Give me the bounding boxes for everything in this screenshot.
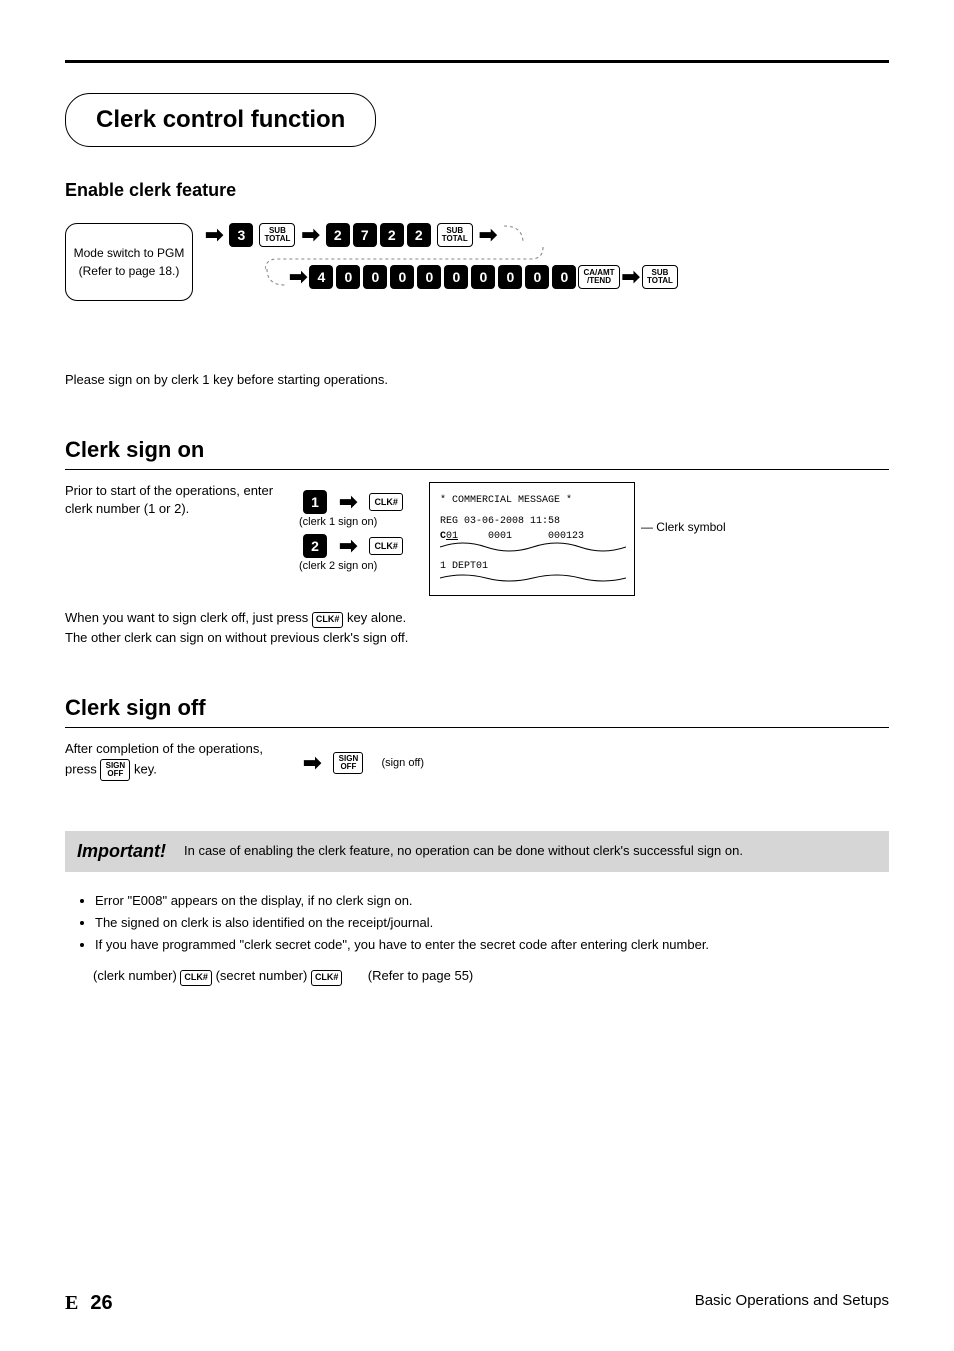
receipt-sample: * COMMERCIAL MESSAGE * REG 03-06-2008 11… [429, 482, 635, 596]
signon-desc: Prior to start of the operations, enter … [65, 482, 285, 518]
footer-right: Basic Operations and Setups [695, 1292, 889, 1315]
mode-switch-box: Mode switch to PGM (Refer to page 18.) [65, 223, 193, 301]
signon-sequence: 1 ➡ CLK# (clerk 1 sign on) 2 ➡ CLK# (cle… [303, 482, 403, 572]
key-clk[interactable]: CLK# [311, 970, 343, 986]
clerk2-label: (clerk 2 sign on) [299, 560, 403, 572]
list-item: Error "E008" appears on the display, if … [95, 890, 889, 912]
arrow-icon: ➡ [622, 266, 640, 288]
clerk-symbol-note: — Clerk symbol [641, 520, 726, 534]
key-2[interactable]: 2 [303, 534, 327, 558]
key-1[interactable]: 1 [303, 490, 327, 514]
key-2[interactable]: 2 [326, 223, 350, 247]
arrow-icon: ➡ [303, 752, 321, 774]
page-footer: E 26 Basic Operations and Setups [65, 1292, 889, 1315]
tear-line-icon [440, 573, 626, 583]
page-number: 26 [90, 1292, 112, 1315]
important-label: Important! [77, 841, 166, 862]
signoff-heading: Clerk sign off [65, 695, 889, 721]
key-clk[interactable]: CLK# [312, 612, 344, 628]
receipt-line: * COMMERCIAL MESSAGE * [440, 493, 624, 508]
dashed-curl-icon [265, 267, 287, 287]
key-3[interactable]: 3 [229, 223, 253, 247]
key-subtotal[interactable]: SUBTOTAL [642, 265, 678, 289]
signon-heading: Clerk sign on [65, 437, 889, 463]
key-subtotal[interactable]: SUBTOTAL [437, 223, 473, 247]
arrow-icon: ➡ [339, 491, 357, 513]
key-subtotal[interactable]: SUBTOTAL [259, 223, 295, 247]
receipt-line: REG 03-06-2008 11:58 [440, 514, 624, 529]
key-2[interactable]: 2 [380, 223, 404, 247]
key-clk[interactable]: CLK# [369, 493, 403, 511]
arrow-icon: ➡ [479, 224, 497, 246]
signon-note: When you want to sign clerk off, just pr… [65, 608, 889, 647]
important-box: Important! In case of enabling the clerk… [65, 831, 889, 872]
dashed-connector-icon [265, 247, 545, 271]
signoff-sequence: ➡ SIGNOFF (sign off) [303, 740, 424, 774]
example-step1: Mode switch to PGM [74, 244, 185, 262]
arrow-icon: ➡ [301, 224, 319, 246]
key-clk[interactable]: CLK# [180, 970, 212, 986]
key-ca-amt-tend[interactable]: CA/AMT/TEND [578, 265, 619, 289]
receipt-line: 1 DEPT01 [440, 559, 624, 574]
footer-glyph: E [65, 1292, 78, 1315]
key-signoff[interactable]: SIGNOFF [333, 752, 363, 774]
key-0[interactable]: 0 [552, 265, 576, 289]
key-sequence-area: ➡ 3 SUBTOTAL ➡ 2 7 2 2 SUBTOTAL ➡ [205, 223, 889, 333]
important-text: In case of enabling the clerk feature, n… [184, 842, 743, 860]
bullet-list: Error "E008" appears on the display, if … [83, 890, 889, 956]
signoff-label: (sign off) [381, 757, 424, 769]
key-7[interactable]: 7 [353, 223, 377, 247]
signoff-desc: After completion of the operations, pres… [65, 740, 285, 780]
page-title: Clerk control function [65, 93, 376, 147]
key-signoff[interactable]: SIGNOFF [100, 759, 130, 781]
example-step2: (Refer to page 18.) [74, 262, 185, 280]
arrow-icon: ➡ [205, 224, 223, 246]
refnote: (clerk number) CLK# (secret number) CLK#… [93, 966, 889, 986]
key-clk[interactable]: CLK# [369, 537, 403, 555]
tear-line-icon [440, 541, 626, 553]
section-subtitle: Enable clerk feature [65, 180, 889, 201]
key-2[interactable]: 2 [407, 223, 431, 247]
clerk1-label: (clerk 1 sign on) [299, 516, 403, 528]
dashed-curl-icon [503, 225, 525, 245]
list-item: If you have programmed "clerk secret cod… [95, 934, 889, 956]
footnote: Please sign on by clerk 1 key before sta… [65, 371, 889, 389]
arrow-icon: ➡ [339, 535, 357, 557]
list-item: The signed on clerk is also identified o… [95, 912, 889, 934]
